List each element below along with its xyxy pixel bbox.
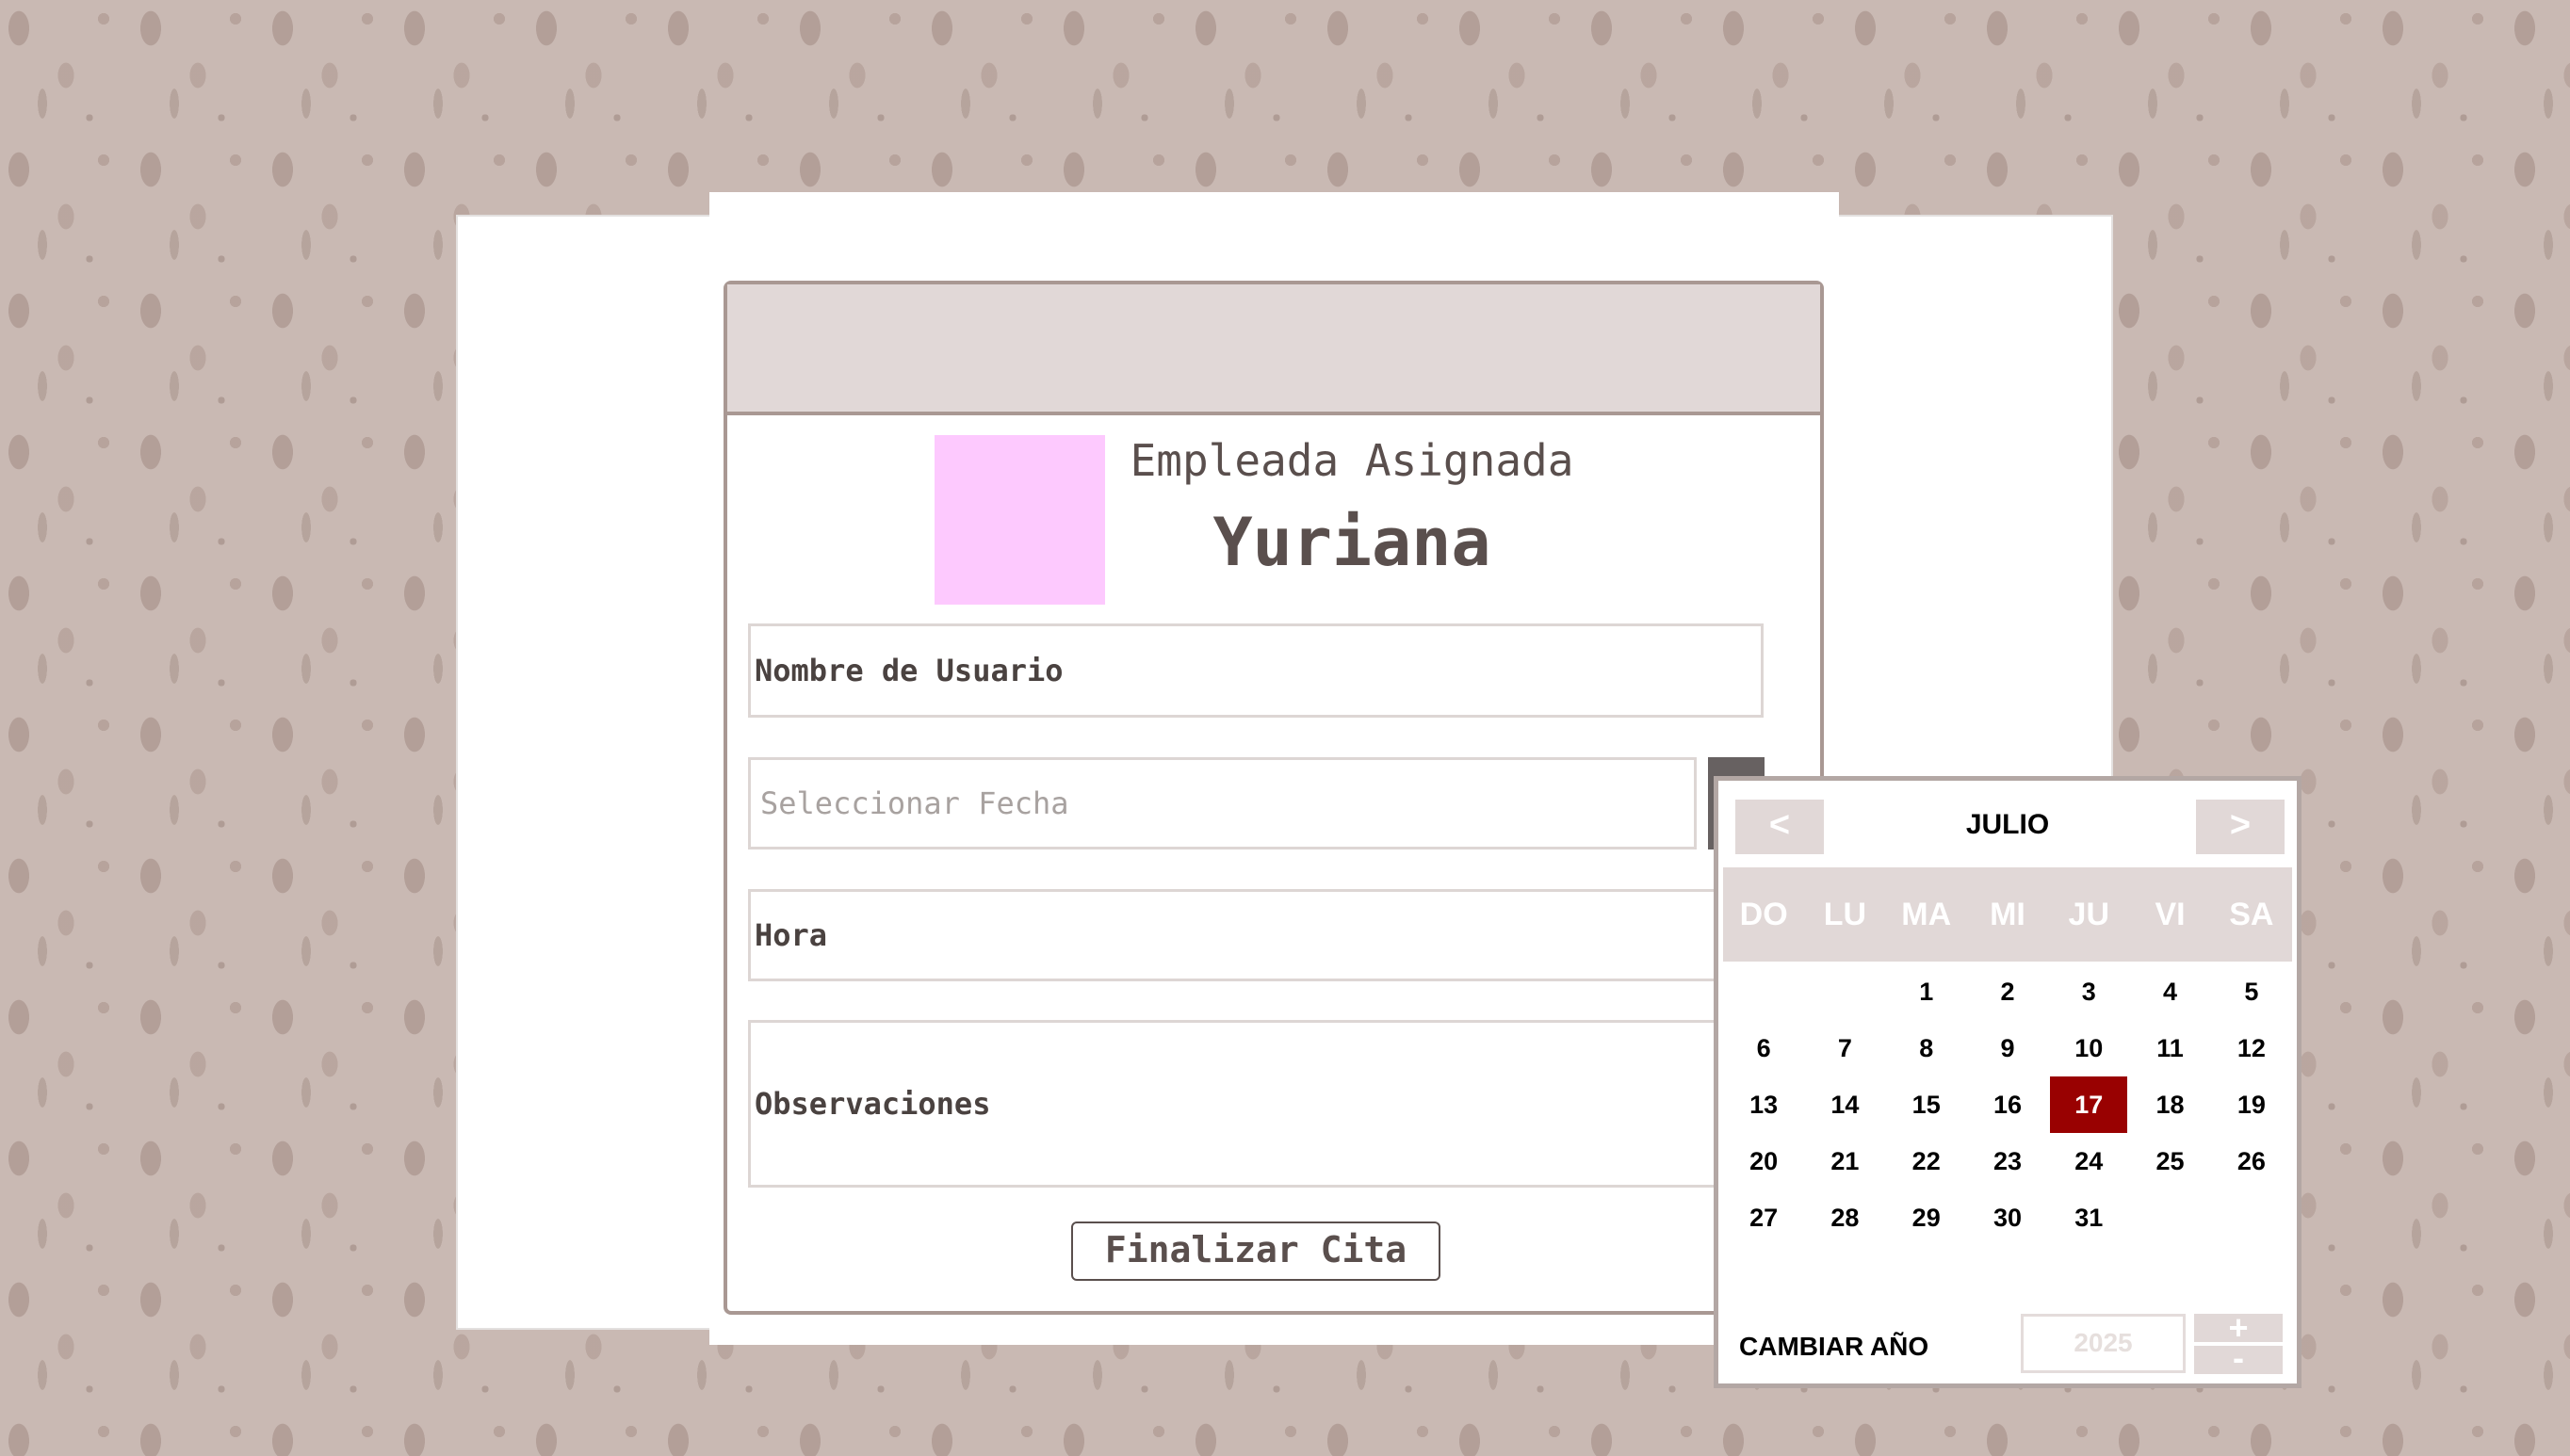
calendar-day[interactable]: 9 [1969,1020,2046,1076]
calendar-day[interactable]: 1 [1888,963,1965,1020]
calendar-day[interactable]: 8 [1888,1020,1965,1076]
weekday-label: LU [1823,896,1867,932]
weekday-header: DO LU MA MI JU VI SA [1723,867,2292,962]
employee-avatar [935,435,1105,605]
finish-appointment-button[interactable]: Finalizar Cita [1071,1221,1440,1281]
calendar-day[interactable]: 27 [1725,1189,1802,1246]
calendar-day[interactable]: 25 [2131,1133,2208,1189]
calendar-day[interactable]: 20 [1725,1133,1802,1189]
observations-field[interactable]: Observaciones [748,1020,1764,1188]
calendar-days: 1 2 3 4 5 6 7 8 9 10 11 12 13 14 15 16 17 18 19 20 21 22 23 24 2… [1723,962,2292,1246]
username-field[interactable]: Nombre de Usuario [748,623,1764,718]
year-input[interactable]: 2025 [2021,1314,2186,1373]
calendar-month: JULIO [1965,809,2050,840]
calendar-day[interactable]: 12 [2213,1020,2290,1076]
calendar-day[interactable]: 31 [2050,1189,2127,1246]
calendar-day[interactable]: 16 [1969,1076,2046,1133]
calendar-day[interactable]: 5 [2213,963,2290,1020]
calendar-day[interactable]: 10 [2050,1020,2127,1076]
calendar-day[interactable]: 14 [1806,1076,1883,1133]
employee-name: Yuriana [1212,504,1491,581]
observations-label: Observaciones [755,1086,991,1122]
calendar-day[interactable]: 28 [1806,1189,1883,1246]
calendar-blank [1723,963,1804,1020]
employee-label: Empleada Asignada [1130,435,1574,486]
calendar-day[interactable]: 4 [2131,963,2208,1020]
weekday-label: MI [1990,896,2025,932]
form-header [727,284,1820,415]
weekday-label: MA [1901,896,1952,932]
calendar-day-selected[interactable]: 17 [2050,1076,2128,1133]
calendar-day[interactable]: 7 [1806,1020,1883,1076]
weekday-label: SA [2229,896,2274,932]
calendar-day[interactable]: 18 [2131,1076,2208,1133]
hour-label: Hora [755,917,828,953]
weekday-label: DO [1739,896,1788,932]
change-year-label: CAMBIAR AÑO [1739,1332,1929,1361]
calendar-popup: < JULIO > DO LU MA MI JU VI SA 1 2 3 4 5 6 7 8 9 10 11 12… [1714,776,2302,1388]
calendar-day[interactable]: 29 [1888,1189,1965,1246]
calendar-day[interactable]: 13 [1725,1076,1802,1133]
calendar-day[interactable]: 22 [1888,1133,1965,1189]
calendar-day[interactable]: 6 [1725,1020,1802,1076]
calendar-blank [1804,963,1885,1020]
calendar-day[interactable]: 11 [2131,1020,2208,1076]
date-placeholder: Seleccionar Fecha [760,785,1069,821]
calendar-day[interactable]: 24 [2050,1133,2127,1189]
calendar-day[interactable]: 21 [1806,1133,1883,1189]
calendar-day[interactable]: 26 [2213,1133,2290,1189]
weekday-label: JU [2068,896,2110,932]
calendar-day[interactable]: 30 [1969,1189,2046,1246]
weekday-label: VI [2155,896,2186,932]
next-month-button[interactable]: > [2196,800,2285,854]
calendar-day[interactable]: 23 [1969,1133,2046,1189]
calendar-day[interactable]: 15 [1888,1076,1965,1133]
hour-field[interactable]: Hora [748,889,1764,981]
username-label: Nombre de Usuario [755,653,1064,688]
calendar-day[interactable]: 3 [2050,963,2127,1020]
prev-month-button[interactable]: < [1735,800,1824,854]
date-field[interactable]: Seleccionar Fecha [748,757,1697,849]
calendar-day[interactable]: 19 [2213,1076,2290,1133]
year-decrement-button[interactable]: - [2194,1341,2283,1375]
calendar-day[interactable]: 2 [1969,963,2046,1020]
